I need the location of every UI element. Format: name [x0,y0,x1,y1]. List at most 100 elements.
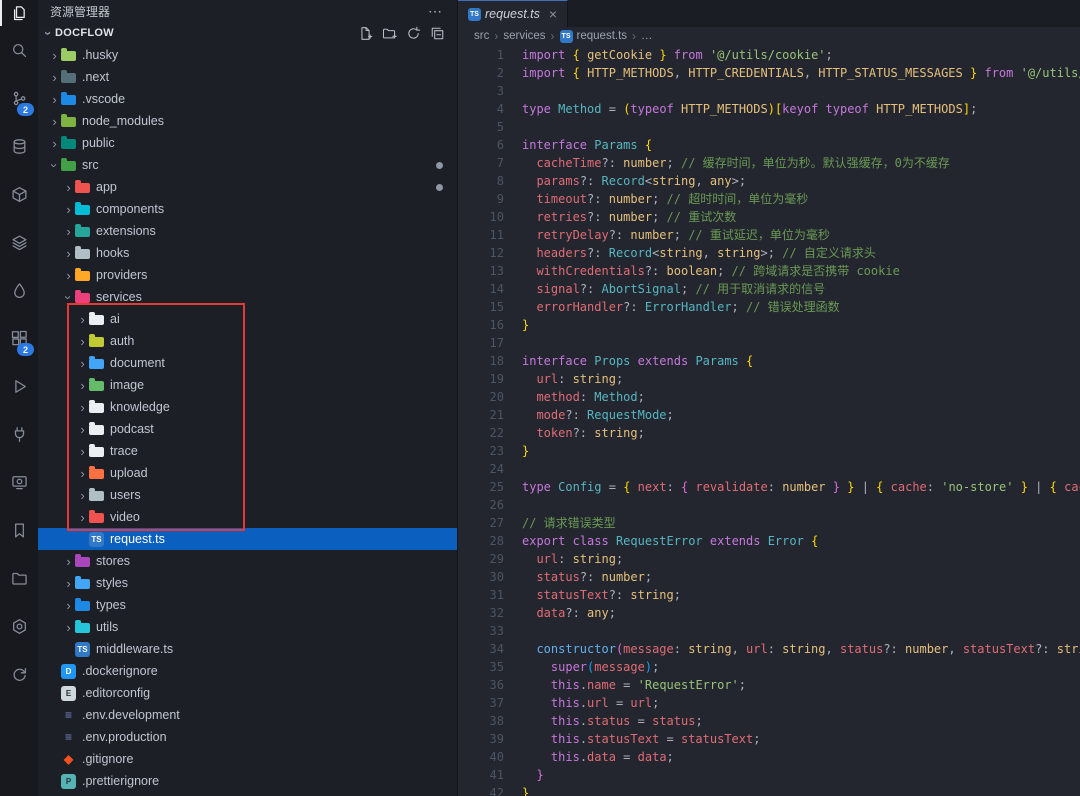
tree-item-vscode[interactable]: .vscode [38,88,457,110]
run-debug-icon[interactable] [0,362,38,410]
code-line[interactable]: 36 this.name = 'RequestError'; [458,676,1080,694]
chevron-right-icon[interactable] [48,49,61,62]
tree-item-husky[interactable]: .husky [38,44,457,66]
new-file-icon[interactable] [358,26,373,41]
code-line[interactable]: 29 url: string; [458,550,1080,568]
code-line[interactable]: 4 type Method = (typeof HTTP_METHODS)[key… [458,100,1080,118]
new-folder-icon[interactable] [382,26,397,41]
tree-item-knowledge[interactable]: knowledge [38,396,457,418]
chevron-down-icon[interactable] [62,291,75,304]
tree-item-next[interactable]: .next [38,66,457,88]
tree-item-services[interactable]: services [38,286,457,308]
close-icon[interactable]: × [549,7,557,21]
source-control-icon[interactable]: 2 [0,74,38,122]
code-line[interactable]: 38 this.status = status; [458,712,1080,730]
tree-item-request-ts[interactable]: TS request.ts [38,528,457,550]
code-line[interactable]: 24 [458,460,1080,478]
code-line[interactable]: 6 interface Params { [458,136,1080,154]
tree-item-types[interactable]: types [38,594,457,616]
code-line[interactable]: 15 errorHandler?: ErrorHandler; // 错误处理函… [458,298,1080,316]
tree-item-video[interactable]: video [38,506,457,528]
project-folder-icon[interactable] [0,554,38,602]
tree-item-providers[interactable]: providers [38,264,457,286]
tree-item-dockerignore[interactable]: D .dockerignore [38,660,457,682]
database-icon[interactable] [0,122,38,170]
tree-item-ai[interactable]: ai [38,308,457,330]
code-line[interactable]: 40 this.data = data; [458,748,1080,766]
tree-item-upload[interactable]: upload [38,462,457,484]
code-line[interactable]: 3 [458,82,1080,100]
code-line[interactable]: 8 params?: Record<string, any>; [458,172,1080,190]
tree-item-hooks[interactable]: hooks [38,242,457,264]
tree-item-components[interactable]: components [38,198,457,220]
chevron-right-icon[interactable] [76,379,89,392]
code-line[interactable]: 30 status?: number; [458,568,1080,586]
chevron-right-icon[interactable] [76,489,89,502]
code-line[interactable]: 31 statusText?: string; [458,586,1080,604]
tree-item-document[interactable]: document [38,352,457,374]
tree-item-app[interactable]: app [38,176,457,198]
code-line[interactable]: 35 super(message); [458,658,1080,676]
bookmarks-icon[interactable] [0,506,38,554]
code-line[interactable]: 17 [458,334,1080,352]
tree-item-users[interactable]: users [38,484,457,506]
code-line[interactable]: 11 retryDelay?: number; // 重试延迟，单位为毫秒 [458,226,1080,244]
chevron-down-icon[interactable] [42,27,55,40]
code-line[interactable]: 37 this.url = url; [458,694,1080,712]
tree-item-gitignore[interactable]: ◆ .gitignore [38,748,457,770]
collapse-all-icon[interactable] [430,26,445,41]
chevron-right-icon[interactable] [62,225,75,238]
chevron-right-icon[interactable] [76,423,89,436]
layers-icon[interactable] [0,218,38,266]
more-actions-icon[interactable]: ⋯ [428,3,443,20]
chevron-right-icon[interactable] [76,313,89,326]
chevron-right-icon[interactable] [76,511,89,524]
chevron-right-icon[interactable] [48,71,61,84]
tree-item-node-modules[interactable]: node_modules [38,110,457,132]
chevron-right-icon[interactable] [76,357,89,370]
plug-icon[interactable] [0,410,38,458]
code-line[interactable]: 1 import { getCookie } from '@/utils/cook… [458,46,1080,64]
code-line[interactable]: 7 cacheTime?: number; // 缓存时间，单位为秒。默认强缓存… [458,154,1080,172]
code-line[interactable]: 18 interface Props extends Params { [458,352,1080,370]
tree-item-middleware-ts[interactable]: TS middleware.ts [38,638,457,660]
chevron-right-icon[interactable] [48,115,61,128]
chevron-right-icon[interactable] [62,269,75,282]
explorer-icon[interactable] [0,0,38,26]
code-line[interactable]: 34 constructor(message: string, url: str… [458,640,1080,658]
code-line[interactable]: 2 import { HTTP_METHODS, HTTP_CREDENTIALS… [458,64,1080,82]
search-icon[interactable] [0,26,38,74]
chevron-right-icon[interactable] [76,467,89,480]
chevron-right-icon[interactable] [48,93,61,106]
code-line[interactable]: 41 } [458,766,1080,784]
chevron-right-icon[interactable] [62,247,75,260]
chevron-right-icon[interactable] [62,577,75,590]
chevron-right-icon[interactable] [62,203,75,216]
chevron-right-icon[interactable] [76,401,89,414]
tree-item-styles[interactable]: styles [38,572,457,594]
code-line[interactable]: 5 [458,118,1080,136]
tree-item-utils[interactable]: utils [38,616,457,638]
redo-arrow-icon[interactable] [0,650,38,698]
droplet-icon[interactable] [0,266,38,314]
code-line[interactable]: 12 headers?: Record<string, string>; // … [458,244,1080,262]
chevron-right-icon[interactable] [76,445,89,458]
chevron-right-icon[interactable] [62,621,75,634]
breadcrumb-item-src[interactable]: src [474,30,489,42]
code-line[interactable]: 14 signal?: AbortSignal; // 用于取消请求的信号 [458,280,1080,298]
project-section-header[interactable]: DOCFLOW [38,22,457,44]
tree-item-podcast[interactable]: podcast [38,418,457,440]
hexagon-tool-icon[interactable] [0,602,38,650]
code-line[interactable]: 27 // 请求错误类型 [458,514,1080,532]
code-line[interactable]: 32 data?: any; [458,604,1080,622]
code-line[interactable]: 21 mode?: RequestMode; [458,406,1080,424]
code-line[interactable]: 39 this.statusText = statusText; [458,730,1080,748]
package-icon[interactable] [0,170,38,218]
chevron-right-icon[interactable] [48,137,61,150]
code-line[interactable]: 42} [458,784,1080,796]
tree-item-editorconfig[interactable]: E .editorconfig [38,682,457,704]
breadcrumb-item-services[interactable]: services [503,30,545,42]
breadcrumb-item-[interactable]: … [641,30,653,42]
code-line[interactable]: 10 retries?: number; // 重试次数 [458,208,1080,226]
tree-item-trace[interactable]: trace [38,440,457,462]
